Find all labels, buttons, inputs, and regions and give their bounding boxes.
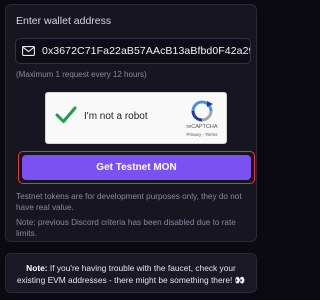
wallet-address-label: Enter wallet address bbox=[16, 15, 112, 27]
recaptcha-privacy-terms-link[interactable]: Privacy - Terms bbox=[184, 132, 220, 137]
submit-highlight: Get Testnet MON bbox=[18, 151, 255, 184]
discord-criteria-note: Note: previous Discord criteria has been… bbox=[16, 218, 236, 238]
wallet-address-input[interactable]: 0x3672C71Fa22aB57AAcB13aBfbd0F42a29eeC8 bbox=[15, 38, 251, 64]
checkmark-icon[interactable] bbox=[55, 105, 77, 125]
banner-note-prefix: Note: bbox=[26, 263, 48, 273]
faucet-card: Enter wallet address 0x3672C71Fa22aB57AA… bbox=[5, 4, 257, 242]
wallet-address-value: 0x3672C71Fa22aB57AAcB13aBfbd0F42a29eeC8 bbox=[42, 45, 250, 57]
not-a-robot-label: I'm not a robot bbox=[84, 111, 148, 122]
get-testnet-mon-button[interactable]: Get Testnet MON bbox=[22, 155, 251, 180]
recaptcha-logo-icon bbox=[191, 100, 213, 122]
recaptcha-brand-label: reCAPTCHA bbox=[186, 124, 218, 130]
banner-text: If you're having trouble with the faucet… bbox=[16, 263, 246, 285]
testnet-tokens-note: Testnet tokens are for development purpo… bbox=[16, 192, 242, 212]
request-limit-hint: (Maximum 1 request every 12 hours) bbox=[16, 70, 147, 79]
envelope-icon bbox=[22, 46, 35, 56]
recaptcha-widget: I'm not a robot reCAPTCHA Privacy - Term… bbox=[45, 92, 227, 144]
troubleshooting-banner: Note: If you're having trouble with the … bbox=[5, 253, 257, 293]
